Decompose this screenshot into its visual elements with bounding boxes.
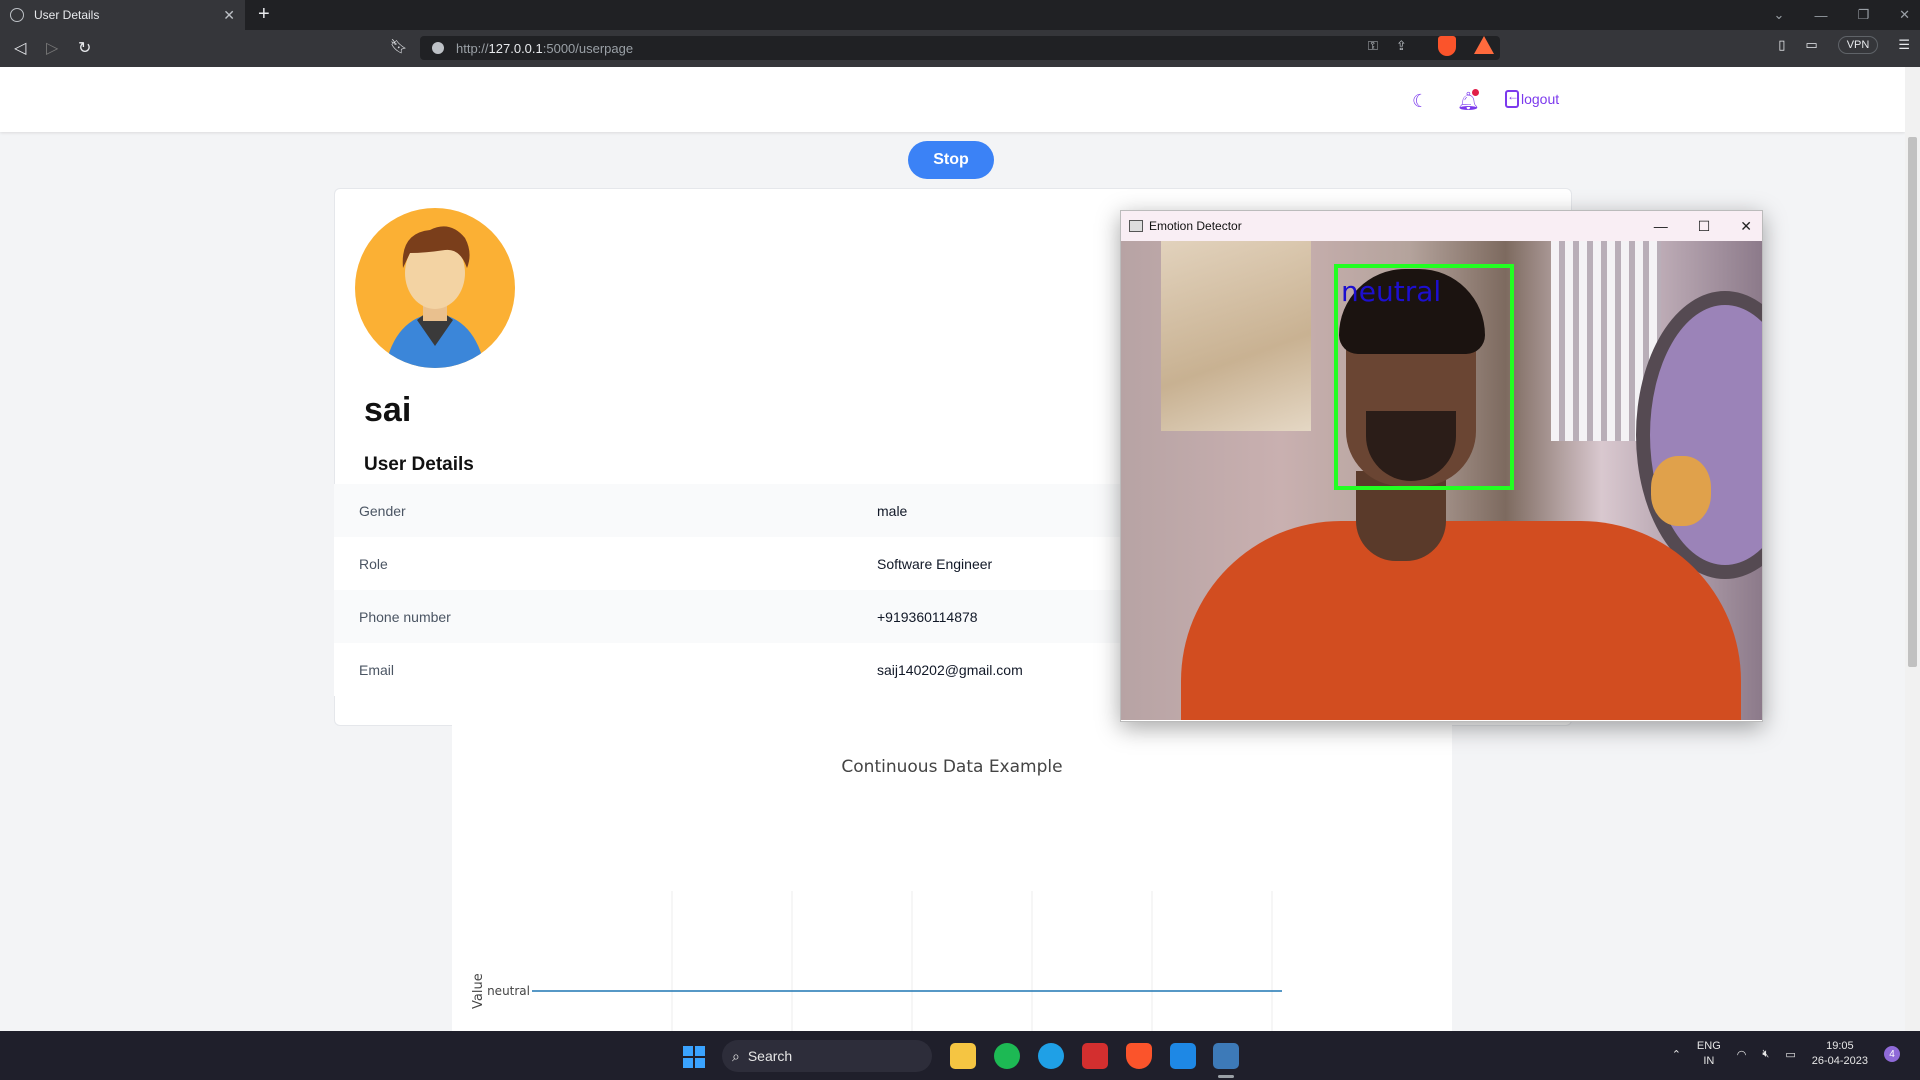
- vscode-icon[interactable]: [1170, 1043, 1196, 1069]
- stop-button[interactable]: Stop: [908, 141, 994, 179]
- emotion-detector-window: Emotion Detector — ☐ ✕ neutral: [1120, 210, 1763, 722]
- brave-shield-icon[interactable]: [1438, 36, 1456, 56]
- clock-time: 19:05: [1826, 1040, 1854, 1052]
- notification-badge[interactable]: 4: [1884, 1046, 1900, 1062]
- browser-tab[interactable]: User Details ✕: [0, 0, 245, 30]
- key-icon[interactable]: ⚿: [1368, 38, 1378, 54]
- page-scrollbar[interactable]: [1905, 67, 1920, 1031]
- new-tab-icon[interactable]: +: [258, 3, 270, 26]
- logout-icon: [1505, 89, 1519, 108]
- site-info-icon[interactable]: [432, 42, 444, 54]
- search-icon: ⌕: [732, 1047, 740, 1064]
- chart-container: Continuous Data Example neutral Value: [452, 721, 1452, 1031]
- browser-right-tools: ▯ ▭ VPN ☰: [1778, 36, 1910, 54]
- wps-office-icon[interactable]: [1082, 1043, 1108, 1069]
- wallet-icon[interactable]: ▭: [1805, 37, 1817, 53]
- detail-row-gender: Gender male: [334, 484, 1122, 537]
- tab-title: User Details: [34, 8, 100, 22]
- close-window-icon[interactable]: ✕: [1899, 7, 1910, 23]
- maximize-icon[interactable]: ☐: [1698, 218, 1711, 235]
- avatar: [355, 208, 515, 368]
- system-tray: ⌃ ENG IN ◠ 🔇︎ ▭ 19:05 26-04-2023 4: [1672, 1039, 1900, 1069]
- notification-dot: [1472, 89, 1479, 96]
- search-label: Search: [747, 1048, 793, 1064]
- python-icon[interactable]: [1213, 1043, 1239, 1069]
- detail-value: male: [877, 502, 908, 519]
- emotion-window-title: Emotion Detector: [1149, 219, 1242, 233]
- file-explorer-icon[interactable]: [950, 1043, 976, 1069]
- address-bar[interactable]: http://127.0.0.1:5000/userpage: [420, 36, 1500, 60]
- app-navbar: ☾ 🔔︎ logout: [0, 67, 1905, 132]
- detail-key: Role: [359, 555, 388, 572]
- emotion-window-titlebar[interactable]: Emotion Detector — ☐ ✕: [1121, 211, 1762, 241]
- detail-value: +919360114878: [877, 608, 978, 625]
- teddy-bear: [1651, 456, 1711, 526]
- wifi-icon[interactable]: ◠: [1737, 1048, 1747, 1061]
- wall-map: [1161, 241, 1311, 431]
- vpn-button[interactable]: VPN: [1837, 36, 1879, 54]
- detail-row-email: Email saij140202@gmail.com: [334, 643, 1122, 696]
- app-window-icon: [1129, 220, 1143, 232]
- detail-row-phone: Phone number +919360114878: [334, 590, 1122, 643]
- url-prefix: http://: [456, 40, 489, 56]
- person-shirt: [1181, 521, 1741, 720]
- detail-key: Phone number: [359, 608, 451, 625]
- active-app-indicator: [1218, 1075, 1234, 1078]
- edge-icon[interactable]: [1038, 1043, 1064, 1069]
- clock[interactable]: 19:05 26-04-2023: [1812, 1039, 1868, 1069]
- emotion-label: neutral: [1341, 275, 1442, 308]
- minimize-icon[interactable]: —: [1654, 218, 1668, 234]
- restore-icon[interactable]: ❐: [1857, 7, 1869, 23]
- forward-icon[interactable]: ▷: [46, 38, 58, 58]
- brave-icon[interactable]: [1126, 1043, 1152, 1069]
- logout-link[interactable]: logout: [1505, 89, 1560, 108]
- speaker-muted-icon[interactable]: 🔇︎: [1762, 1048, 1769, 1061]
- chevron-down-icon[interactable]: ⌄: [1774, 7, 1785, 23]
- spotify-icon[interactable]: [994, 1043, 1020, 1069]
- url-host: 127.0.0.1: [488, 40, 543, 56]
- chart-plot: neutralValue: [471, 891, 1282, 1031]
- scrollbar-thumb[interactable]: [1908, 137, 1917, 667]
- globe-icon: [10, 8, 24, 22]
- lang-top: ENG: [1696, 1040, 1721, 1052]
- y-tick-label: neutral: [487, 984, 530, 998]
- back-icon[interactable]: ◁: [14, 38, 26, 58]
- camera-feed: neutral: [1121, 241, 1762, 720]
- bookmark-icon[interactable]: 🔖︎: [390, 38, 408, 55]
- browser-tab-bar: User Details ✕ + ⌄ — ❐ ✕: [0, 0, 1920, 30]
- omnibox-actions: ⚿ ⇪: [1368, 38, 1407, 54]
- close-tab-icon[interactable]: ✕: [223, 7, 235, 24]
- user-details-table: Gender male Role Software Engineer Phone…: [334, 484, 1122, 696]
- battery-icon[interactable]: ▭: [1785, 1048, 1795, 1061]
- taskbar: ⌕ Search ⌃ ENG IN ◠ 🔇︎ ▭ 19:05 26-04-202…: [0, 1031, 1920, 1080]
- detail-value: Software Engineer: [877, 555, 993, 572]
- minimize-icon[interactable]: —: [1814, 8, 1827, 23]
- language-indicator[interactable]: ENG IN: [1697, 1039, 1721, 1069]
- user-details-title: User Details: [364, 454, 474, 475]
- window-controls: ⌄ — ❐ ✕: [1774, 0, 1910, 30]
- logout-label: logout: [1521, 91, 1560, 107]
- menu-icon[interactable]: ☰: [1898, 37, 1910, 53]
- chevron-up-icon[interactable]: ⌃: [1672, 1048, 1681, 1061]
- reload-icon[interactable]: ↻: [78, 38, 91, 58]
- detail-key: Gender: [359, 502, 406, 519]
- clock-date: 26-04-2023: [1811, 1055, 1868, 1067]
- brave-rewards-icon[interactable]: [1474, 36, 1494, 54]
- username-heading: sai: [364, 391, 412, 429]
- sidebar-icon[interactable]: ▯: [1778, 37, 1785, 53]
- avatar-frame: [336, 189, 536, 389]
- lang-bottom: IN: [1703, 1055, 1715, 1067]
- moon-icon[interactable]: ☾: [1412, 91, 1428, 112]
- close-icon[interactable]: ✕: [1740, 218, 1752, 235]
- y-axis-label: Value: [471, 973, 486, 1009]
- url-path: :5000/userpage: [542, 40, 634, 56]
- detail-value: saij140202@gmail.com: [877, 661, 1023, 678]
- taskbar-search[interactable]: ⌕ Search: [722, 1040, 932, 1072]
- share-icon[interactable]: ⇪: [1396, 38, 1407, 54]
- detail-key: Email: [359, 661, 395, 678]
- emotion-window-controls: — ☐ ✕: [1654, 211, 1752, 241]
- windows-start-icon[interactable]: [683, 1046, 705, 1068]
- detail-row-role: Role Software Engineer: [334, 537, 1122, 590]
